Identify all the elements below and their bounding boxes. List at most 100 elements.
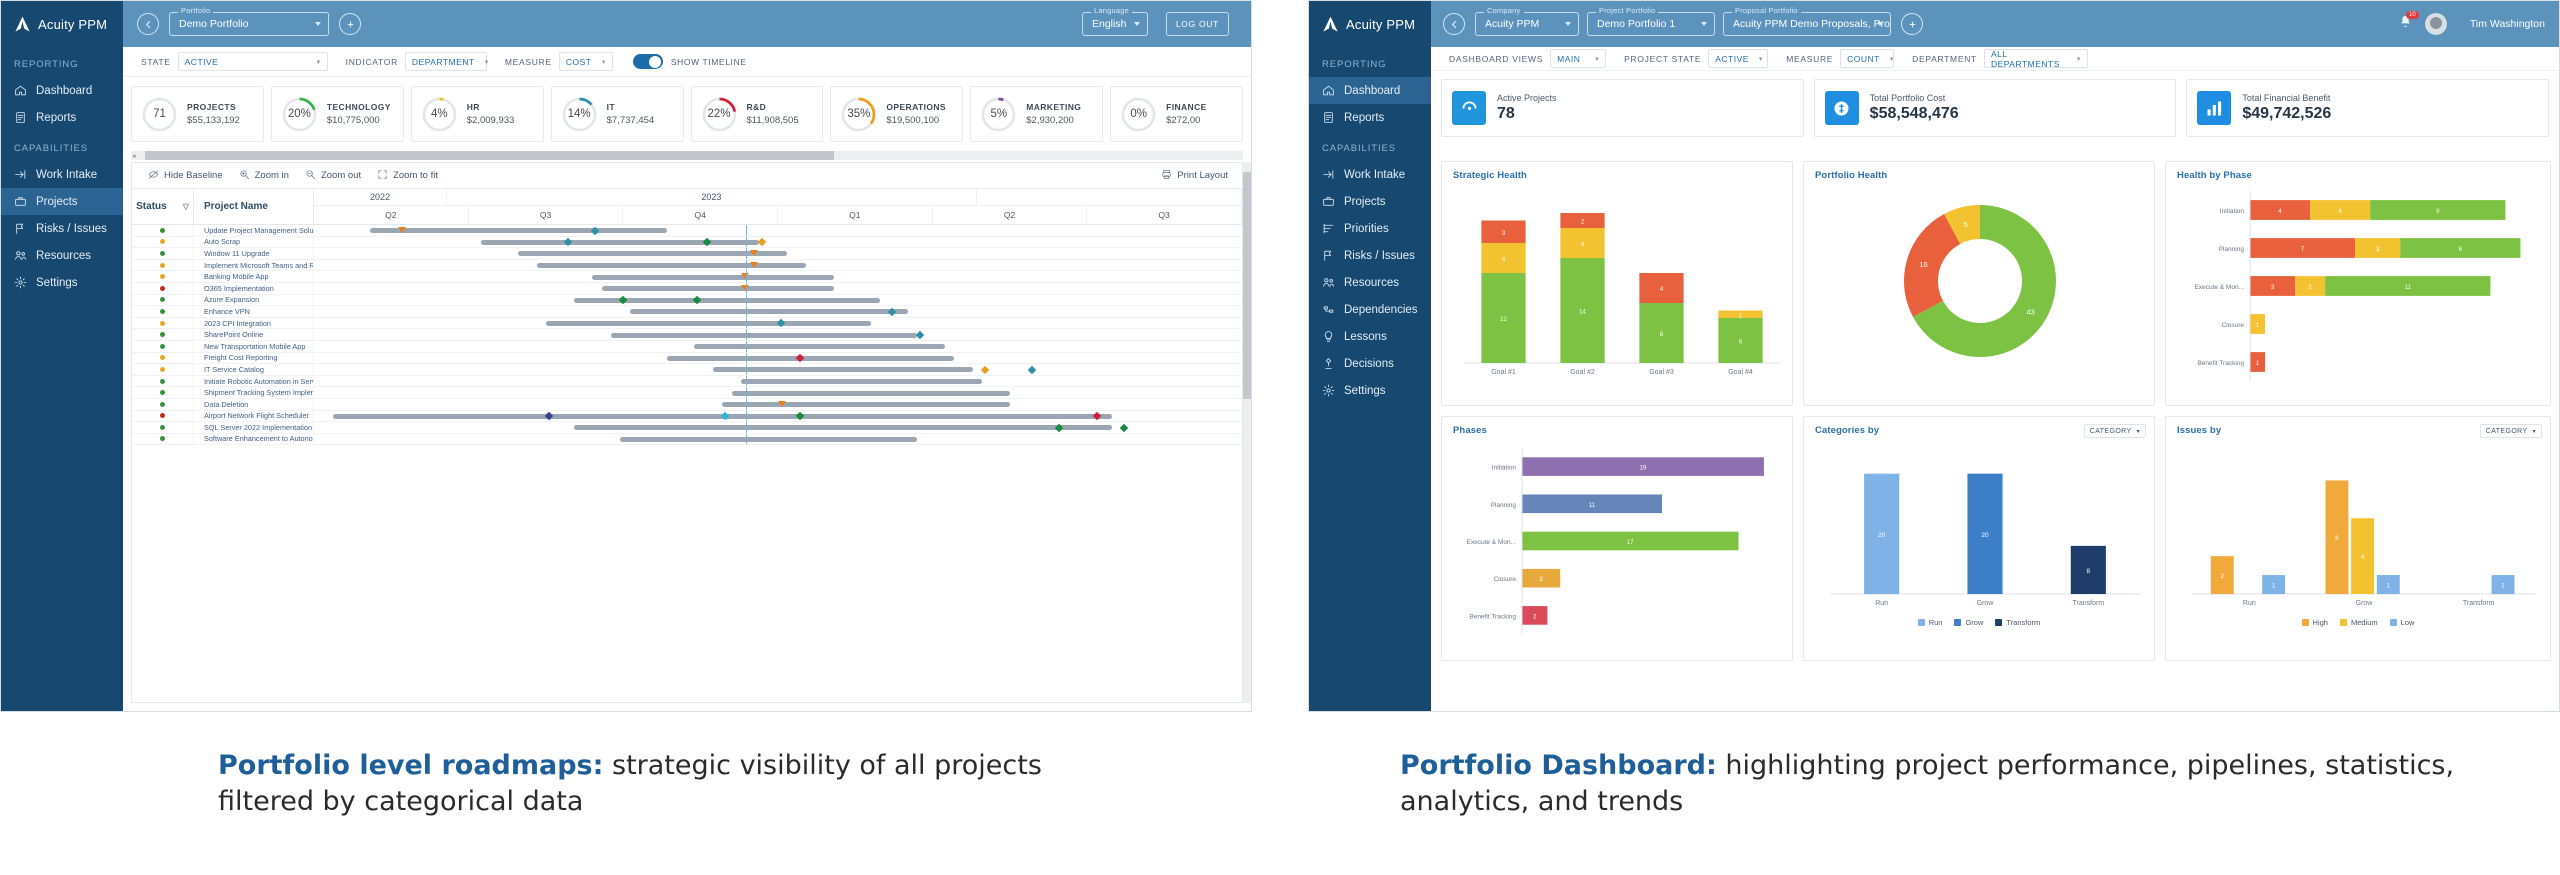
sidebar-item-projects[interactable]: Projects — [1309, 188, 1431, 215]
sidebar-item-risks-issues[interactable]: Risks / Issues — [1309, 242, 1431, 269]
category-dropdown[interactable]: CATEGORY ▾ — [2479, 424, 2542, 438]
gantt-bar[interactable] — [573, 425, 1113, 431]
gantt-bar[interactable] — [731, 390, 1010, 396]
project-name[interactable]: Shipment Tracking System Implementation — [194, 387, 314, 398]
gantt-bar[interactable] — [722, 402, 1010, 408]
category-dropdown[interactable]: CATEGORY ▾ — [2083, 424, 2146, 438]
scrollbar-thumb[interactable] — [1243, 172, 1251, 400]
project-name[interactable]: Banking Mobile App — [194, 271, 314, 282]
gantt-bar[interactable] — [666, 355, 955, 361]
project-name[interactable]: IT Service Catalog — [194, 364, 314, 375]
gantt-tool-zoom-to-fit[interactable]: Zoom to fit — [377, 169, 438, 183]
sidebar-item-resources[interactable]: Resources — [1, 242, 123, 269]
filter-select-department[interactable]: ALL DEPARTMENTS ▾ — [1983, 49, 2088, 69]
table-row[interactable]: Airport Network Flight Scheduler — [132, 410, 1242, 423]
project-name[interactable]: New Transportation Mobile App — [194, 340, 314, 352]
kpi-card-operations[interactable]: 35% OPERATIONS $19,500,100 — [830, 86, 964, 142]
legend-item[interactable]: Run — [1917, 618, 1942, 627]
project-name[interactable]: Enhance VPN — [194, 306, 314, 317]
kpi-card-hr[interactable]: 4% HR $2,009,933 — [410, 86, 544, 142]
table-row[interactable]: SQL Server 2022 Implementation — [132, 422, 1242, 434]
filter-select-measure[interactable]: COST ▾ — [558, 52, 613, 71]
sidebar-item-dashboard[interactable]: Dashboard — [1309, 77, 1431, 104]
sidebar-item-work-intake[interactable]: Work Intake — [1, 161, 123, 188]
table-row[interactable]: 2023 CPI Integration — [132, 317, 1242, 330]
project-name[interactable]: Initiate Robotic Automation in Service D… — [194, 375, 314, 387]
sidebar-item-work-intake[interactable]: Work Intake — [1309, 161, 1431, 188]
project-name[interactable]: Software Enhancement to Autonomous UAV's — [194, 433, 314, 445]
table-row[interactable]: SharePoint Online — [132, 329, 1242, 341]
project-name[interactable]: SQL Server 2022 Implementation — [194, 422, 314, 433]
gantt-bar[interactable] — [713, 367, 973, 373]
filter-select-indicator[interactable]: DEPARTMENT ▾ — [404, 52, 488, 71]
add-portfolio-button[interactable] — [339, 13, 361, 35]
gantt-col-name[interactable]: Project Name — [194, 189, 314, 224]
gantt-bar[interactable] — [592, 274, 834, 280]
kpi-card-it[interactable]: 14% IT $7,737,454 — [550, 86, 684, 142]
kpi-card-r-d[interactable]: 22% R&D $11,908,505 — [690, 86, 824, 142]
kpi-card-marketing[interactable]: 5% MARKETING $2,930,200 — [970, 86, 1104, 142]
gantt-bar[interactable] — [481, 239, 760, 245]
sidebar-item-decisions[interactable]: Decisions — [1309, 350, 1431, 377]
table-row[interactable]: Auto Scrap — [132, 236, 1242, 249]
gantt-bar[interactable] — [740, 379, 983, 385]
sidebar-item-priorities[interactable]: Priorities — [1309, 215, 1431, 242]
sidebar-item-risks-issues[interactable]: Risks / Issues — [1, 215, 123, 242]
gantt-bar[interactable] — [536, 263, 806, 269]
back-button[interactable] — [1443, 13, 1465, 35]
legend-item[interactable]: Low — [2389, 618, 2414, 627]
company-select[interactable]: Company Acuity PPM — [1475, 6, 1579, 36]
project-name[interactable]: SharePoint Online — [194, 329, 314, 340]
gantt-bar[interactable] — [546, 321, 871, 327]
project-portfolio-select[interactable]: Project Portfolio Demo Portfolio 1 — [1587, 6, 1715, 36]
language-select[interactable]: Language English — [1082, 6, 1148, 36]
gantt-tool-hide-baseline[interactable]: Hide Baseline — [148, 169, 223, 183]
filter-select-measure[interactable]: COUNT ▾ — [1840, 49, 1895, 68]
project-name[interactable]: Airport Network Flight Scheduler — [194, 410, 314, 422]
scrollbar-thumb[interactable] — [145, 151, 835, 160]
table-row[interactable]: Freight Cost Reporting — [132, 352, 1242, 365]
table-row[interactable]: Banking Mobile App — [132, 271, 1242, 283]
sidebar-item-reports[interactable]: Reports — [1, 104, 123, 131]
gantt-bar[interactable] — [518, 251, 788, 257]
portfolio-select[interactable]: Portfolio Demo Portfolio — [169, 6, 329, 36]
sidebar-item-resources[interactable]: Resources — [1309, 269, 1431, 296]
gantt-tool-zoom-out[interactable]: Zoom out — [305, 169, 361, 183]
gantt-bar[interactable] — [629, 309, 908, 315]
project-name[interactable]: Auto Scrap — [194, 236, 314, 248]
gantt-bar[interactable] — [369, 228, 667, 234]
kpi-card-finance[interactable]: 0% FINANCE $272,00 — [1110, 86, 1243, 142]
table-row[interactable]: Data Deletion — [132, 398, 1242, 411]
table-row[interactable]: Window 11 Upgrade — [132, 248, 1242, 260]
add-button[interactable] — [1901, 13, 1923, 35]
sidebar-item-reports[interactable]: Reports — [1309, 104, 1431, 131]
show-timeline-toggle[interactable] — [632, 54, 663, 69]
table-row[interactable]: Shipment Tracking System Implementation — [132, 387, 1242, 399]
table-row[interactable]: Azure Expansion — [132, 294, 1242, 307]
legend-item[interactable]: Grow — [1954, 618, 1983, 627]
sidebar-item-lessons[interactable]: Lessons — [1309, 323, 1431, 350]
proposal-portfolio-select[interactable]: Proposal Portfolio Acuity PPM Demo Propo… — [1723, 6, 1891, 36]
gantt-bar[interactable] — [620, 436, 918, 442]
table-row[interactable]: New Transportation Mobile App — [132, 340, 1242, 353]
logout-button[interactable]: LOG OUT — [1165, 12, 1229, 36]
project-name[interactable]: Freight Cost Reporting — [194, 352, 314, 364]
sidebar-item-dependencies[interactable]: Dependencies — [1309, 296, 1431, 323]
project-name[interactable]: Azure Expansion — [194, 294, 314, 306]
filter-select-project-state[interactable]: ACTIVE ▾ — [1708, 49, 1769, 68]
legend-item[interactable]: Medium — [2339, 618, 2378, 627]
table-row[interactable]: Software Enhancement to Autonomous UAV's — [132, 433, 1242, 446]
legend-item[interactable]: High — [2301, 618, 2328, 627]
gantt-bar[interactable] — [601, 286, 834, 292]
filter-select-state[interactable]: ACTIVE ▾ — [177, 52, 328, 71]
gantt-tool-zoom-in[interactable]: Zoom in — [239, 169, 289, 183]
project-name[interactable]: Implement Microsoft Teams and Retire Yam… — [194, 259, 314, 271]
table-row[interactable]: IT Service Catalog — [132, 364, 1242, 376]
gantt-tool-print-layout[interactable]: Print Layout — [1161, 169, 1228, 183]
table-row[interactable]: Initiate Robotic Automation in Service D… — [132, 375, 1242, 388]
table-row[interactable]: O365 Implementation — [132, 282, 1242, 295]
kpi-card-projects[interactable]: 71 PROJECTS $55,133,192 — [131, 86, 264, 142]
kpi-card-technology[interactable]: 20% TECHNOLOGY $10,775,000 — [270, 86, 404, 142]
gantt-vscrollbar[interactable] — [1243, 162, 1251, 703]
table-row[interactable]: Update Project Management Solution — [132, 225, 1242, 237]
